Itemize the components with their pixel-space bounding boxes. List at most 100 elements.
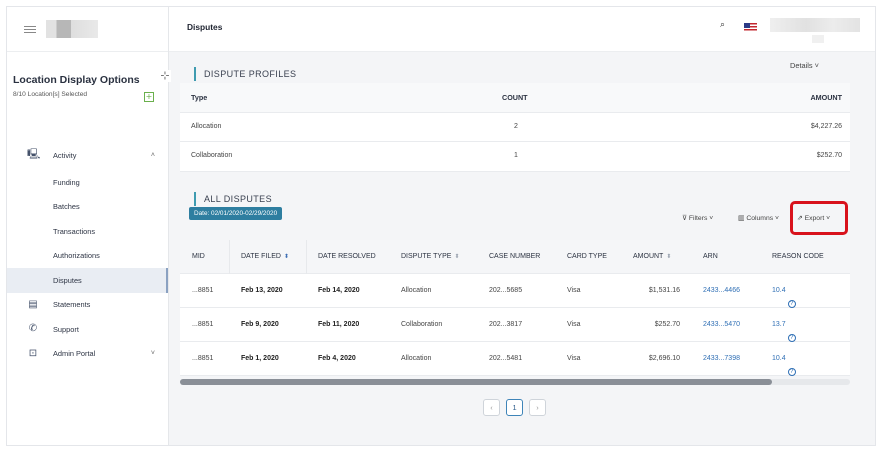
phone-icon: ✆ [28, 323, 38, 335]
cell-card-type: Visa [567, 321, 581, 328]
location-selection-count: 8/10 Location[s] Selected [13, 91, 88, 98]
sidebar-item-admin-portal[interactable]: ⊡ Admin Portal ˅ [7, 342, 168, 367]
horizontal-scrollbar[interactable] [180, 379, 850, 385]
collapse-icon[interactable]: ⊹ [159, 70, 171, 82]
cell-date-filed: Feb 13, 2020 [241, 287, 283, 294]
sidebar-item-disputes[interactable]: Disputes [7, 268, 168, 293]
export-icon: ⇗ [797, 215, 803, 222]
column-header-date-resolved[interactable]: DATE RESOLVED [318, 253, 376, 260]
cell-date-resolved: Feb 11, 2020 [318, 321, 360, 328]
reason-code-value: 10.4 [772, 355, 786, 362]
filter-icon: ⊽ [682, 215, 687, 222]
search-icon[interactable]: ⌕ [720, 20, 730, 30]
sidebar-item-label: Funding [53, 177, 80, 187]
section-accent-bar [194, 192, 196, 206]
help-icon[interactable]: ? [787, 368, 796, 376]
sidebar-item-label: Authorizations [53, 251, 100, 261]
sidebar-item-label: Admin Portal [53, 349, 96, 359]
location-display-options: Location Display Options 8/10 Location[s… [7, 52, 171, 132]
section-accent-bar [194, 67, 196, 81]
sidebar-item-transactions[interactable]: Transactions [7, 219, 168, 244]
profile-type: Collaboration [191, 152, 233, 159]
table-header-row: Type COUNT AMOUNT [180, 83, 850, 113]
columns-icon: ▥ [738, 215, 745, 222]
column-header-mid[interactable]: MID [192, 253, 205, 260]
sidebar-top [7, 7, 168, 52]
sidebar-nav: 🖳 Activity ˄ Funding Batches Transaction… [7, 132, 168, 366]
cell-mid: ...8851 [192, 321, 214, 328]
profile-count: 1 [514, 152, 518, 159]
column-header-label: DISPUTE TYPE [401, 253, 452, 260]
arn-link[interactable]: 2433...4466 [703, 287, 740, 294]
filters-label: Filters ˅ [688, 215, 714, 222]
export-button[interactable]: ⇗ Export ˅ [797, 214, 830, 222]
sidebar-item-activity[interactable]: 🖳 Activity ˄ [7, 140, 168, 170]
column-header-label: DATE FILED [241, 253, 281, 260]
disputes-table: MID DATE FILED ⬍ DATE RESOLVED DISPUTE TY… [180, 240, 850, 376]
cell-dispute-type: Allocation [401, 287, 432, 294]
help-icon[interactable]: ? [787, 334, 796, 342]
cell-date-resolved: Feb 14, 2020 [318, 287, 360, 294]
cell-reason-code[interactable]: 13.7? [772, 321, 796, 342]
add-location-icon[interactable]: + [144, 92, 154, 102]
cell-reason-code[interactable]: 10.4? [772, 355, 796, 376]
dispute-profiles-heading: DISPUTE PROFILES [194, 67, 296, 81]
profile-amount: $252.70 [816, 152, 842, 159]
reason-code-value: 13.7 [772, 321, 786, 328]
next-page-button[interactable]: › [529, 399, 546, 416]
sidebar-item-label: Support [53, 324, 79, 334]
table-row[interactable]: ...8851 Feb 9, 2020 Feb 11, 2020 Collabo… [180, 308, 850, 342]
sort-icon: ⬍ [454, 254, 460, 260]
pagination: ‹ 1 › [483, 399, 546, 416]
dispute-profiles-table: Type COUNT AMOUNT Allocation 2 $4,227.26… [180, 83, 850, 172]
cell-dispute-type: Collaboration [401, 321, 443, 328]
page-title: Disputes [187, 22, 223, 32]
sidebar: Location Display Options 8/10 Location[s… [7, 7, 171, 445]
sidebar-item-batches[interactable]: Batches [7, 195, 168, 220]
table-row[interactable]: ...8851 Feb 1, 2020 Feb 4, 2020 Allocati… [180, 342, 850, 376]
sidebar-item-label: Transactions [53, 226, 96, 236]
sidebar-item-authorizations[interactable]: Authorizations [7, 244, 168, 269]
details-dropdown[interactable]: Details ˅ [790, 61, 819, 70]
us-flag-icon[interactable] [744, 23, 757, 32]
column-header-arn[interactable]: ARN [703, 253, 718, 260]
arn-link[interactable]: 2433...7398 [703, 355, 740, 362]
menu-icon[interactable] [24, 25, 36, 33]
column-header-card-type[interactable]: CARD TYPE [567, 253, 607, 260]
column-header-dispute-type[interactable]: DISPUTE TYPE ⬍ [401, 253, 459, 260]
reason-code-value: 10.4 [772, 287, 786, 294]
document-icon: ▤ [28, 298, 38, 310]
table-row[interactable]: ...8851 Feb 13, 2020 Feb 14, 2020 Alloca… [180, 274, 850, 308]
admin-icon: ⊡ [28, 347, 38, 359]
cell-date-filed: Feb 9, 2020 [241, 321, 279, 328]
column-header-date-filed[interactable]: DATE FILED ⬍ [241, 253, 289, 260]
sidebar-item-support[interactable]: ✆ Support [7, 317, 168, 342]
sidebar-item-label: Statements [53, 300, 91, 310]
column-header-amount: AMOUNT [810, 93, 842, 102]
profile-type: Allocation [191, 122, 222, 130]
filters-button[interactable]: ⊽ Filters ˅ [682, 214, 713, 222]
sidebar-item-funding[interactable]: Funding [7, 170, 168, 195]
cell-case-number: 202...3817 [489, 321, 523, 328]
table-row: Allocation 2 $4,227.26 [180, 113, 850, 142]
date-filter-chip[interactable]: Date: 02/01/2020-02/29/2020 [189, 207, 283, 220]
prev-page-button[interactable]: ‹ [483, 399, 500, 416]
export-label: Export ˅ [804, 215, 831, 222]
cell-reason-code[interactable]: 10.4? [772, 287, 796, 308]
profile-count: 2 [514, 122, 518, 130]
user-menu[interactable] [770, 18, 860, 32]
arn-link[interactable]: 2433...5470 [703, 321, 740, 328]
cell-dispute-type: Allocation [401, 355, 432, 362]
column-header-amount[interactable]: AMOUNT ⬍ [633, 253, 671, 260]
section-title: ALL DISPUTES [204, 194, 272, 204]
cell-amount: $252.70 [654, 321, 680, 328]
page-button-current[interactable]: 1 [506, 399, 523, 416]
columns-button[interactable]: ▥ Columns ˅ [738, 214, 779, 222]
column-header-case-number[interactable]: CASE NUMBER [489, 253, 540, 260]
table-row: Collaboration 1 $252.70 [180, 142, 850, 172]
sidebar-item-statements[interactable]: ▤ Statements [7, 293, 168, 318]
help-icon[interactable]: ? [787, 300, 796, 308]
scrollbar-thumb[interactable] [180, 379, 772, 385]
monitor-icon: 🖳 [27, 149, 41, 160]
column-header-reason-code[interactable]: REASON CODE [772, 253, 824, 260]
